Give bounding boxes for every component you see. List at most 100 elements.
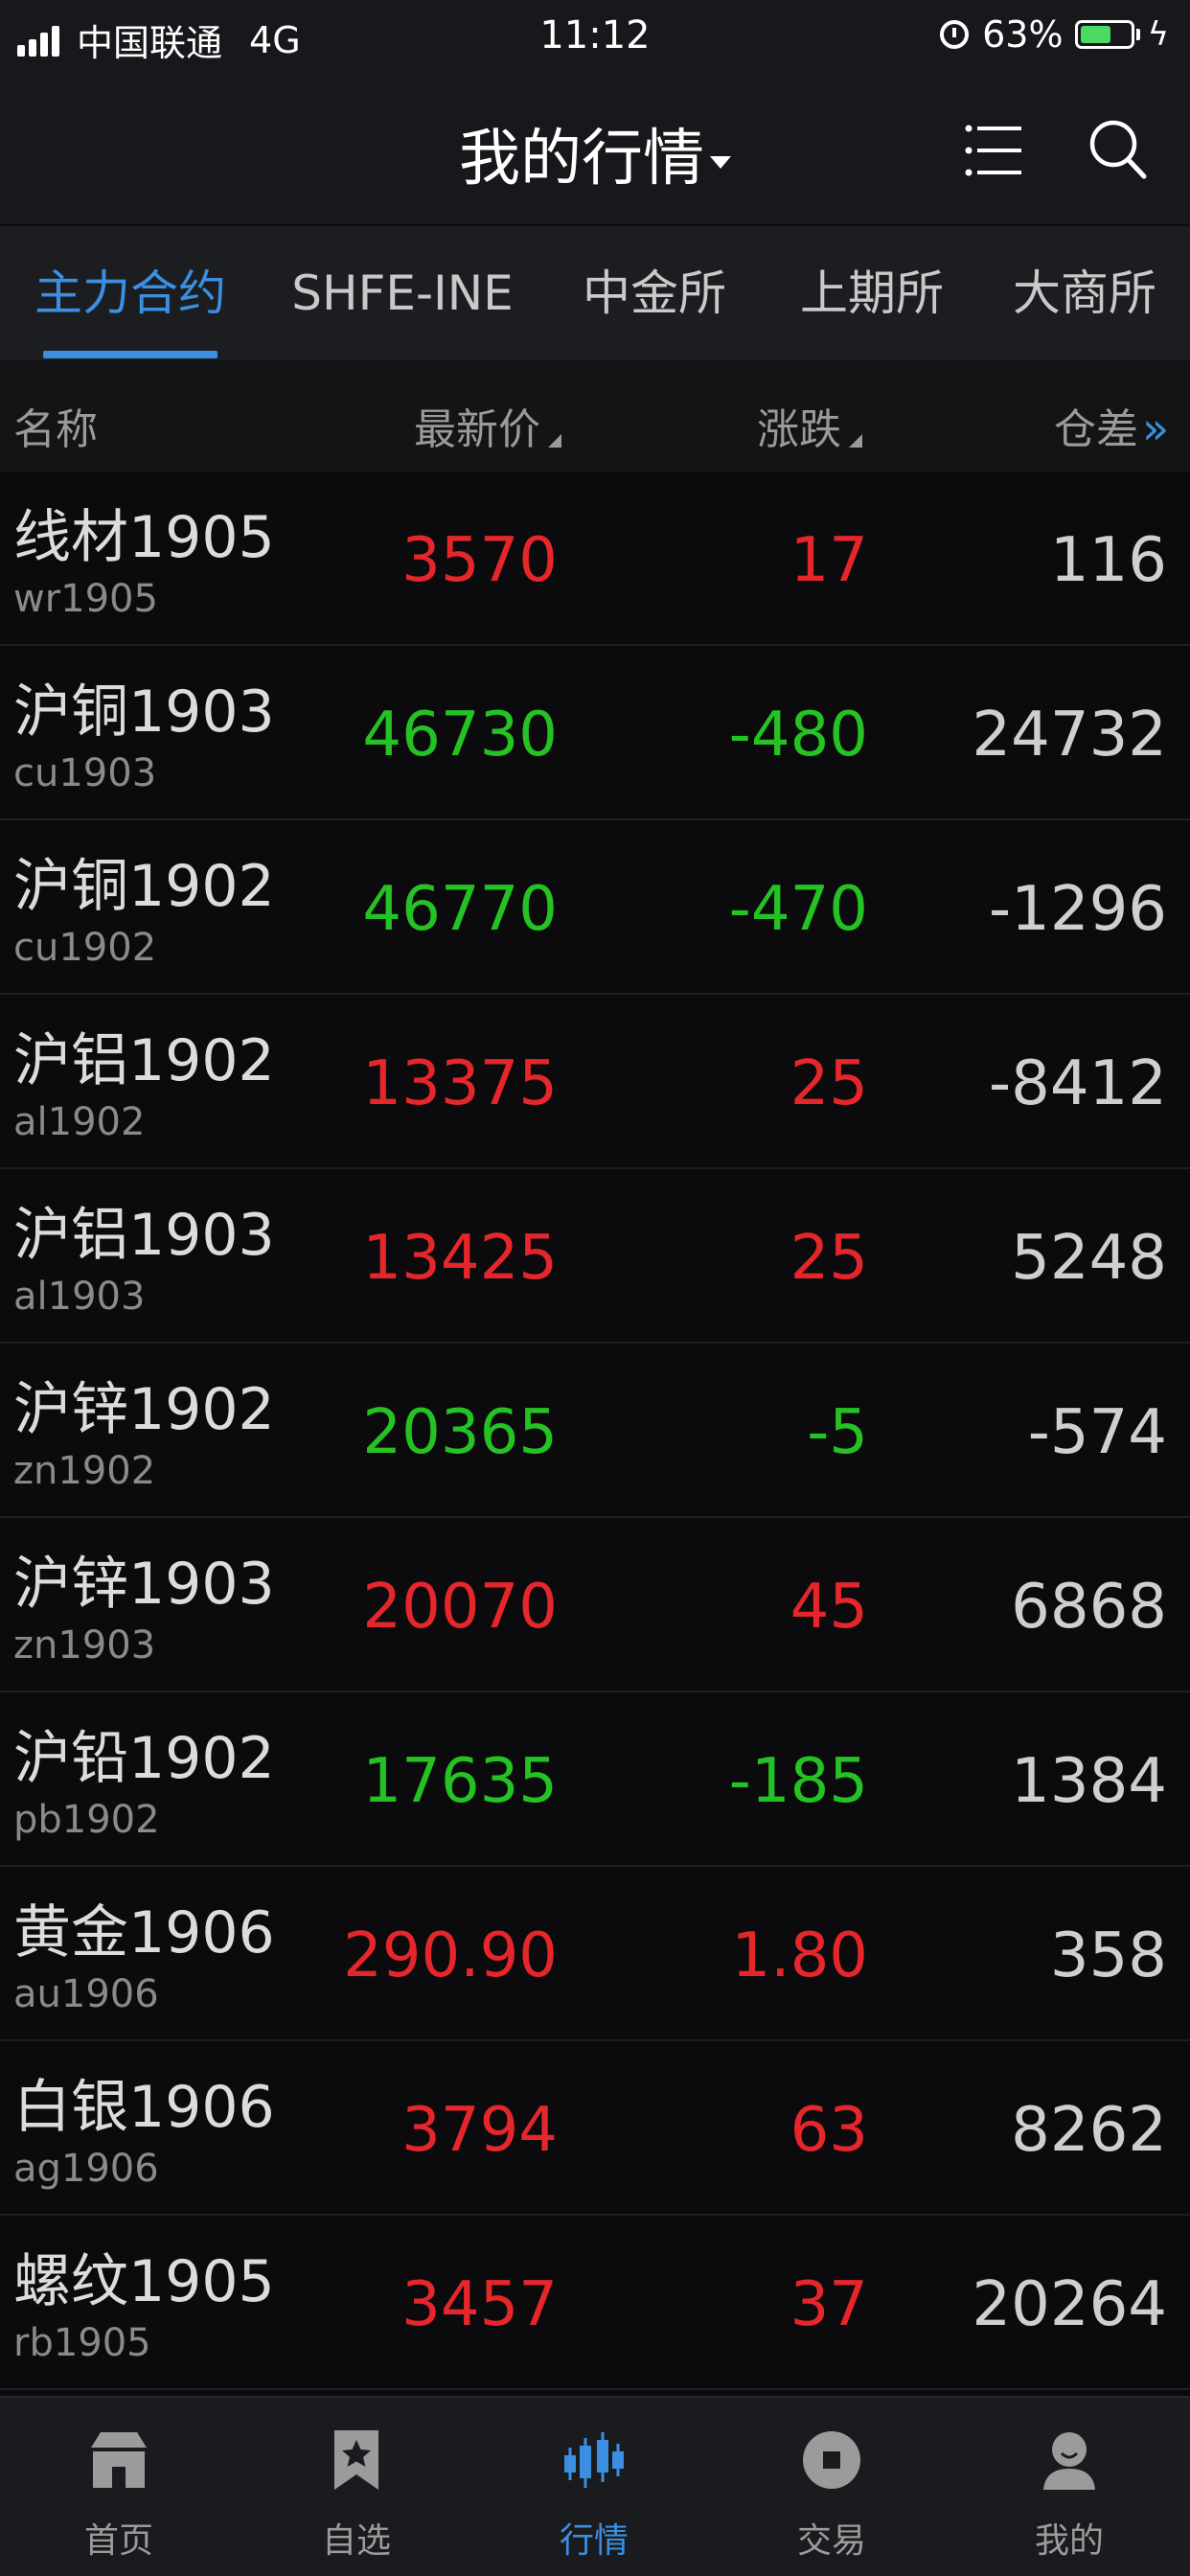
quote-row[interactable]: 沪锌1902 zn1902 20365 -5 -574: [0, 1344, 1190, 1518]
open-interest-diff: 116: [1049, 525, 1167, 596]
tab-cffex[interactable]: 中金所: [544, 226, 765, 362]
latest-price: 290.90: [343, 1920, 558, 1991]
open-interest-diff: 358: [1049, 1920, 1167, 1991]
status-bar: 中国联通 4G 11:12 63% ϟ: [0, 0, 1190, 75]
price-change: -185: [728, 1746, 868, 1817]
column-change[interactable]: 涨跌: [757, 395, 862, 456]
nav-profile[interactable]: 我的: [950, 2398, 1188, 2576]
price-change: -470: [728, 874, 868, 945]
latest-price: 3794: [401, 2095, 558, 2166]
alarm-icon: [940, 20, 970, 49]
bottom-nav: 首页 自选 行情 交易 我的: [0, 2396, 1190, 2576]
tab-shfe[interactable]: 上期所: [765, 226, 979, 362]
tab-dce[interactable]: 大商所: [979, 226, 1190, 362]
open-interest-diff: 5248: [1011, 1223, 1167, 1294]
nav-header: 我的行情: [0, 75, 1190, 224]
latest-price: 20070: [362, 1572, 558, 1643]
latest-price: 13375: [362, 1048, 558, 1119]
price-change: 45: [790, 1572, 868, 1643]
tab-label: 主力合约: [34, 265, 226, 321]
open-interest-diff: 6868: [1011, 1572, 1167, 1643]
contract-code: rb1905: [13, 2321, 151, 2365]
quote-row[interactable]: 黄金1906 au1906 290.90 1.80 358: [0, 1867, 1190, 2041]
tab-label: 上期所: [800, 265, 944, 321]
home-icon: [91, 2432, 147, 2488]
sort-icon: [849, 434, 862, 448]
quote-row[interactable]: 沪铜1903 cu1903 46730 -480 24732: [0, 646, 1190, 820]
contract-name: 黄金1906: [13, 1899, 275, 1966]
tab-label: 大商所: [1013, 265, 1156, 321]
contract-code: zn1902: [13, 1449, 156, 1493]
quote-row[interactable]: 沪锌1903 zn1903 20070 45 6868: [0, 1518, 1190, 1692]
quote-row[interactable]: 沪铝1903 al1903 13425 25 5248: [0, 1169, 1190, 1344]
latest-price: 3570: [401, 525, 558, 596]
contract-code: ag1906: [13, 2147, 159, 2191]
contract-name: 沪锌1903: [13, 1551, 275, 1618]
page-title: 我的行情: [459, 124, 704, 195]
contract-name: 沪锌1902: [13, 1376, 275, 1443]
contract-name: 线材1905: [13, 504, 275, 571]
search-icon[interactable]: [1087, 117, 1148, 180]
column-name: 名称: [13, 405, 98, 454]
price-change: 1.80: [731, 1920, 869, 1991]
latest-price: 46730: [362, 700, 558, 770]
latest-price: 46770: [362, 874, 558, 945]
contract-code: al1903: [13, 1275, 146, 1319]
quote-list: 线材1905 wr1905 3570 17 116 沪铜1903 cu1903 46730 -4…: [0, 472, 1190, 2390]
column-diff-label: 仓差: [1054, 405, 1138, 454]
column-price-label: 最新价: [414, 405, 540, 454]
contract-name: 沪铝1902: [13, 1027, 275, 1094]
open-interest-diff: 8262: [1011, 2095, 1167, 2166]
status-right: 63% ϟ: [940, 13, 1169, 56]
price-change: 37: [790, 2269, 868, 2340]
caret-down-icon: [710, 155, 731, 169]
quote-row[interactable]: 沪铝1902 al1902 13375 25 -8412: [0, 995, 1190, 1169]
contract-code: wr1905: [13, 577, 158, 621]
tab-shfe-ine[interactable]: SHFE-INE: [261, 226, 544, 362]
price-change: -5: [807, 1397, 868, 1468]
nav-watchlist[interactable]: 自选: [238, 2398, 475, 2576]
quote-row[interactable]: 螺纹1905 rb1905 3457 37 20264: [0, 2216, 1190, 2390]
open-interest-diff: 24732: [972, 700, 1167, 770]
nav-market[interactable]: 行情: [475, 2398, 713, 2576]
candlestick-icon: [564, 2432, 624, 2488]
battery-icon: [1074, 20, 1134, 49]
contract-name: 沪铅1902: [13, 1725, 275, 1792]
tab-main-contracts[interactable]: 主力合约: [0, 226, 261, 362]
tab-label: SHFE-INE: [291, 265, 514, 321]
nav-trade[interactable]: 交易: [713, 2398, 950, 2576]
battery-cap: [1135, 29, 1140, 40]
double-chevron-right-icon: »: [1142, 402, 1170, 454]
quote-row[interactable]: 线材1905 wr1905 3570 17 116: [0, 472, 1190, 646]
nav-trade-label: 交易: [796, 2521, 866, 2561]
trade-coin-icon: [803, 2431, 860, 2489]
tab-active-underline: [43, 351, 217, 358]
price-change: 25: [790, 1048, 868, 1119]
profile-icon: [1043, 2432, 1095, 2490]
latest-price: 20365: [362, 1397, 558, 1468]
battery-fill: [1080, 26, 1111, 43]
nav-watchlist-label: 自选: [321, 2521, 391, 2561]
screen: 中国联通 4G 11:12 63% ϟ 我的行情 主力合约 SHFE-INE 中…: [0, 0, 1190, 2576]
charging-icon: ϟ: [1147, 15, 1169, 54]
contract-code: cu1903: [13, 751, 157, 795]
column-header: 名称 最新价 涨跌 仓差»: [0, 360, 1190, 472]
latest-price: 17635: [362, 1746, 558, 1817]
open-interest-diff: -574: [1027, 1397, 1167, 1468]
contract-code: pb1902: [13, 1798, 160, 1842]
contract-name: 螺纹1905: [13, 2248, 275, 2315]
column-price[interactable]: 最新价: [414, 395, 561, 456]
nav-home[interactable]: 首页: [0, 2398, 238, 2576]
contract-name: 沪铝1903: [13, 1202, 275, 1269]
open-interest-diff: 20264: [972, 2269, 1167, 2340]
quote-row[interactable]: 沪铜1902 cu1902 46770 -470 -1296: [0, 820, 1190, 995]
column-diff[interactable]: 仓差»: [1054, 395, 1169, 456]
tab-label: 中金所: [583, 265, 726, 321]
quote-row[interactable]: 白银1906 ag1906 3794 63 8262: [0, 2041, 1190, 2216]
price-change: 25: [790, 1223, 868, 1294]
list-menu-icon[interactable]: [964, 121, 1021, 180]
quote-row[interactable]: 沪铅1902 pb1902 17635 -185 1384: [0, 1692, 1190, 1867]
contract-code: zn1903: [13, 1623, 156, 1668]
exchange-tabs: 主力合约 SHFE-INE 中金所 上期所 大商所: [0, 224, 1190, 360]
open-interest-diff: -8412: [989, 1048, 1167, 1119]
